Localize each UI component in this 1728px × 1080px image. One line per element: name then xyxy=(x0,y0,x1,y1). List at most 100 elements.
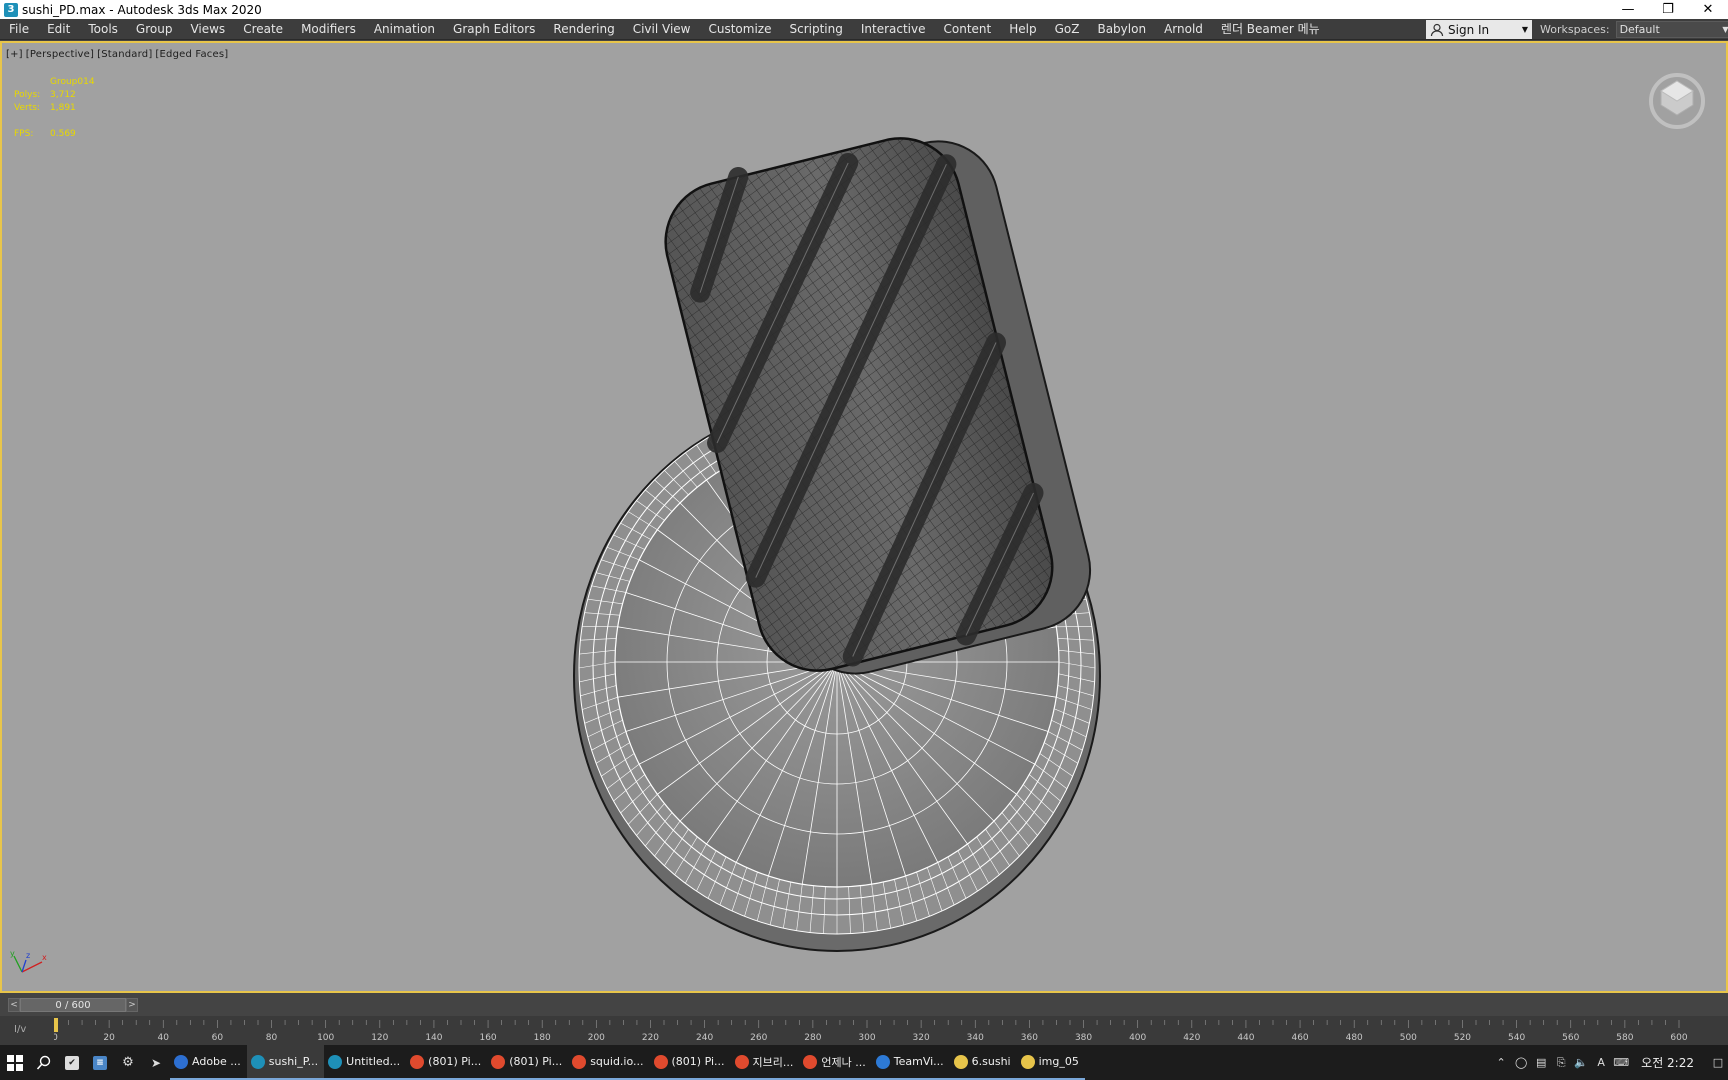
usb-icon[interactable]: ⎘ xyxy=(1551,1056,1571,1070)
current-frame-marker[interactable] xyxy=(54,1018,58,1032)
taskbar-task[interactable]: Untitled... xyxy=(324,1045,407,1080)
minimize-button[interactable]: — xyxy=(1608,0,1648,19)
taskbar-task-label: (801) Pi... xyxy=(428,1055,482,1068)
previous-frame-button[interactable]: < xyxy=(8,997,20,1012)
network-icon[interactable]: ◯ xyxy=(1511,1056,1531,1069)
key-filter-toggle[interactable]: I/v xyxy=(14,1024,26,1035)
taskbar-task-label: (801) Pi... xyxy=(509,1055,563,1068)
notification-icon[interactable]: □ xyxy=(1708,1056,1728,1069)
taskbar-task[interactable]: (801) Pi... xyxy=(649,1045,731,1080)
svg-text:y: y xyxy=(10,949,15,958)
time-slider-thumb[interactable]: 0 / 600 xyxy=(20,997,126,1012)
search-icon[interactable] xyxy=(30,1045,58,1080)
taskbar-task-label: sushi_P... xyxy=(268,1055,319,1068)
workspace-select[interactable]: Default ▼ xyxy=(1615,21,1728,38)
frame-tick-label: 340 xyxy=(967,1033,984,1043)
menu-item[interactable]: 렌더 Beamer 메뉴 xyxy=(1212,19,1329,40)
menu-item[interactable]: Customize xyxy=(699,19,780,40)
3dsmax-app-icon[interactable]: 3 xyxy=(4,2,18,17)
start-button[interactable] xyxy=(0,1045,30,1080)
windows-icon xyxy=(7,1054,23,1071)
taskbar-task[interactable]: 6.sushi xyxy=(949,1045,1017,1080)
app-icon xyxy=(953,1054,968,1069)
app-icon xyxy=(734,1054,749,1069)
taskbar-task[interactable]: TeamVi... xyxy=(871,1045,950,1080)
perspective-viewport[interactable]: [+] [Perspective] [Standard] [Edged Faces] … xyxy=(0,41,1728,993)
frame-tick-label: 260 xyxy=(750,1033,767,1043)
taskbar-task[interactable]: squid.io... xyxy=(568,1045,650,1080)
app-icon xyxy=(250,1054,265,1069)
taskbar-task[interactable]: (801) Pi... xyxy=(406,1045,488,1080)
battery-icon[interactable]: ▤ xyxy=(1531,1056,1551,1069)
frame-tick-label: 220 xyxy=(642,1033,659,1043)
frame-tick-label: 20 xyxy=(103,1033,115,1043)
app-icon xyxy=(875,1054,890,1069)
menu-item[interactable]: GoZ xyxy=(1046,19,1089,40)
app-icon xyxy=(174,1054,188,1069)
menu-item[interactable]: Views xyxy=(181,19,234,40)
taskbar-task[interactable]: 언제나 ... xyxy=(799,1045,872,1080)
app-icon xyxy=(1020,1054,1035,1069)
ime-indicator[interactable]: A xyxy=(1591,1056,1611,1069)
close-button[interactable]: ✕ xyxy=(1688,0,1728,19)
svg-text:x: x xyxy=(42,953,47,962)
taskbar-task-label: Untitled... xyxy=(346,1055,401,1068)
menu-item[interactable]: Content xyxy=(935,19,1001,40)
menu-item[interactable]: File xyxy=(0,19,38,40)
chevron-up-icon[interactable]: ⌃ xyxy=(1491,1056,1511,1069)
menu-item[interactable]: Rendering xyxy=(544,19,623,40)
frame-tick-label: 520 xyxy=(1454,1033,1471,1043)
windows-taskbar: ✔ ≡ ⚙ ➤ Adobe ... sushi_P... Untitled... (8… xyxy=(0,1045,1728,1080)
menu-item[interactable]: Help xyxy=(1000,19,1045,40)
sign-in-button[interactable]: Sign In ▼ xyxy=(1426,20,1532,39)
taskbar-task-label: Adobe ... xyxy=(192,1055,241,1068)
menu-item[interactable]: Babylon xyxy=(1088,19,1155,40)
menu-item[interactable]: Interactive xyxy=(852,19,935,40)
taskbar-task[interactable]: Adobe ... xyxy=(170,1045,247,1080)
frame-ruler[interactable]: 0 20 40 60 80 100 120 140 160 180 200 220 240 260 280 3… xyxy=(54,1016,1688,1045)
menu-item[interactable]: Create xyxy=(234,19,292,40)
menu-item[interactable]: Animation xyxy=(365,19,444,40)
menu-item[interactable]: Arnold xyxy=(1155,19,1212,40)
title-bar: 3 sushi_PD.max - Autodesk 3ds Max 2020 —… xyxy=(0,0,1728,19)
menu-item[interactable]: Civil View xyxy=(624,19,700,40)
viewcube-icon[interactable] xyxy=(1647,71,1707,131)
svg-text:z: z xyxy=(26,951,30,960)
tool-icon[interactable]: ➤ xyxy=(142,1045,170,1080)
track-bar[interactable]: I/v 0 20 40 60 80 100 120 140 160 180 200 220 240 260… xyxy=(0,1016,1728,1045)
taskbar-task-label: 언제나 ... xyxy=(821,1055,866,1069)
taskbar-task[interactable]: sushi_P... xyxy=(246,1045,325,1080)
app-icon xyxy=(572,1054,587,1069)
taskbar-task[interactable]: (801) Pi... xyxy=(487,1045,569,1080)
calculator-icon[interactable]: ≡ xyxy=(86,1045,114,1080)
frame-tick-label: 460 xyxy=(1291,1033,1308,1043)
frame-tick-label: 600 xyxy=(1670,1033,1687,1043)
menu-items: File Edit Tools Group Views Create Modifiers An… xyxy=(0,19,1329,40)
taskbar-task-label: squid.io... xyxy=(590,1055,644,1068)
frame-tick-label: 380 xyxy=(1075,1033,1092,1043)
menu-item[interactable]: Tools xyxy=(79,19,127,40)
menu-item[interactable]: Scripting xyxy=(780,19,851,40)
app-icon xyxy=(410,1054,425,1069)
menu-item[interactable]: Modifiers xyxy=(292,19,365,40)
chevron-down-icon: ▼ xyxy=(1521,25,1528,34)
taskbar-task-label: img_05 xyxy=(1038,1055,1079,1068)
workspace-value: Default xyxy=(1619,23,1660,36)
restore-button[interactable]: ❐ xyxy=(1648,0,1688,19)
taskbar-task[interactable]: 지브리... xyxy=(730,1045,800,1080)
axis-tripod-icon: x y z xyxy=(10,949,47,973)
volume-icon[interactable]: 🔈 xyxy=(1571,1056,1591,1069)
frame-tick-label: 480 xyxy=(1346,1033,1363,1043)
next-frame-button[interactable]: > xyxy=(126,997,138,1012)
security-shield-icon[interactable]: ✔ xyxy=(58,1045,86,1080)
taskbar-task[interactable]: img_05 xyxy=(1016,1045,1085,1080)
menu-item[interactable]: Edit xyxy=(38,19,79,40)
menu-item[interactable]: Group xyxy=(127,19,182,40)
keyboard-icon[interactable]: ⌨ xyxy=(1611,1056,1631,1069)
sign-in-label: Sign In xyxy=(1448,22,1490,37)
settings-gear-icon[interactable]: ⚙ xyxy=(114,1045,142,1080)
frame-tick-label: 180 xyxy=(534,1033,551,1043)
frame-tick-label: 40 xyxy=(158,1033,170,1043)
clock[interactable]: 오전 2:22 xyxy=(1641,1054,1694,1071)
menu-item[interactable]: Graph Editors xyxy=(444,19,544,40)
